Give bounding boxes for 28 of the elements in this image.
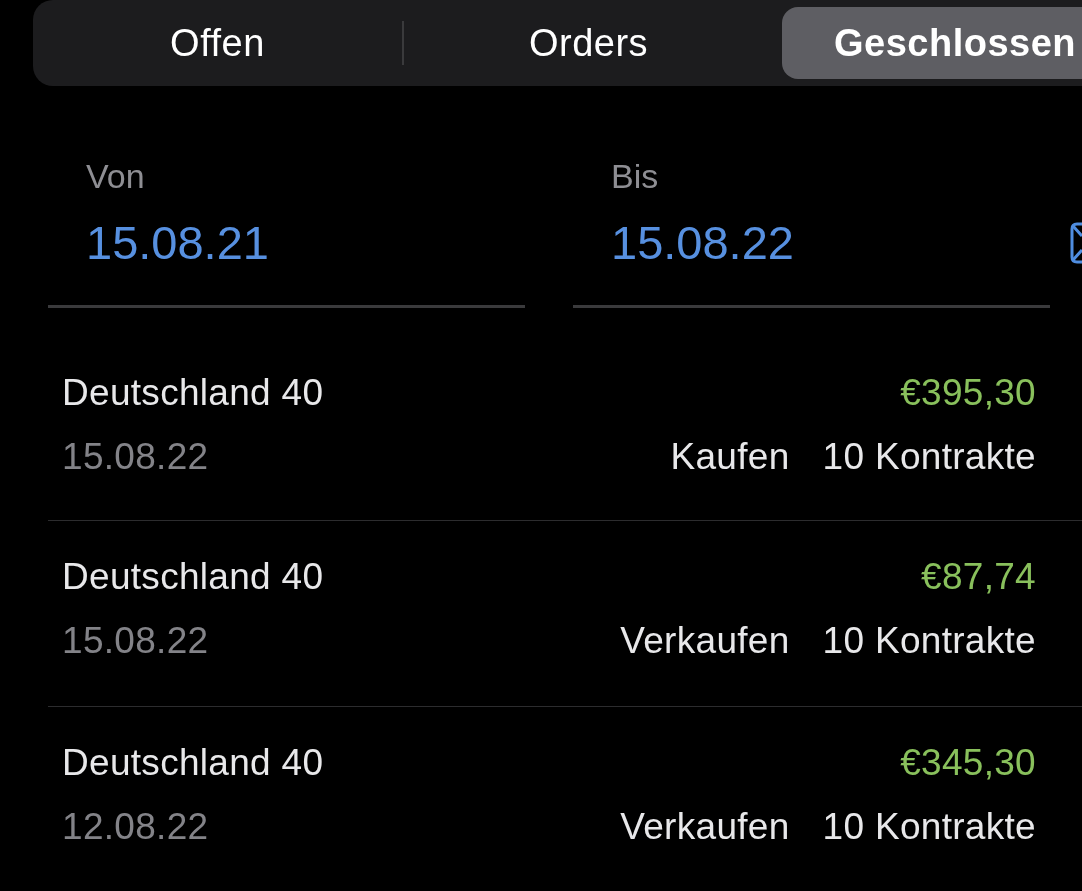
- date-label: Bis: [611, 156, 659, 196]
- instrument-name: Deutschland 40: [62, 371, 324, 415]
- trade-date: 12.08.22: [62, 805, 209, 849]
- trade-direction: Kaufen: [670, 435, 790, 479]
- date-label: Von: [86, 156, 145, 196]
- contract-size: 10 Kontrakte: [822, 805, 1036, 849]
- trade-direction: Verkaufen: [620, 619, 790, 663]
- trade-direction: Verkaufen: [620, 805, 790, 849]
- tab[interactable]: Geschlossen: [782, 7, 1082, 79]
- trade-row[interactable]: Deutschland 40 €87,74 15.08.22 Verkaufen 10 Kontrakte: [48, 521, 1082, 707]
- contract-size: 10 Kontrakte: [822, 435, 1036, 479]
- instrument-name: Deutschland 40: [62, 741, 324, 785]
- instrument-name: Deutschland 40: [62, 555, 324, 599]
- date-field[interactable]: Bis 15.08.22: [573, 156, 1050, 308]
- profit-amount: €395,30: [900, 371, 1036, 415]
- tab[interactable]: Orders: [411, 7, 766, 79]
- tab[interactable]: Offen: [40, 7, 395, 79]
- trade-row[interactable]: Deutschland 40 €395,30 15.08.22 Kaufen 10 Kontrakte: [48, 345, 1082, 521]
- date-value: 15.08.22: [611, 216, 794, 270]
- date-field[interactable]: Von 15.08.21: [48, 156, 525, 308]
- date-value: 15.08.21: [86, 216, 269, 270]
- envelope-icon[interactable]: [1070, 222, 1082, 264]
- trade-row[interactable]: Deutschland 40 €345,30 12.08.22 Verkaufen 10 Kontrakte: [48, 707, 1082, 891]
- profit-amount: €345,30: [900, 741, 1036, 785]
- trade-date: 15.08.22: [62, 619, 209, 663]
- trade-date: 15.08.22: [62, 435, 209, 479]
- profit-amount: €87,74: [921, 555, 1036, 599]
- contract-size: 10 Kontrakte: [822, 619, 1036, 663]
